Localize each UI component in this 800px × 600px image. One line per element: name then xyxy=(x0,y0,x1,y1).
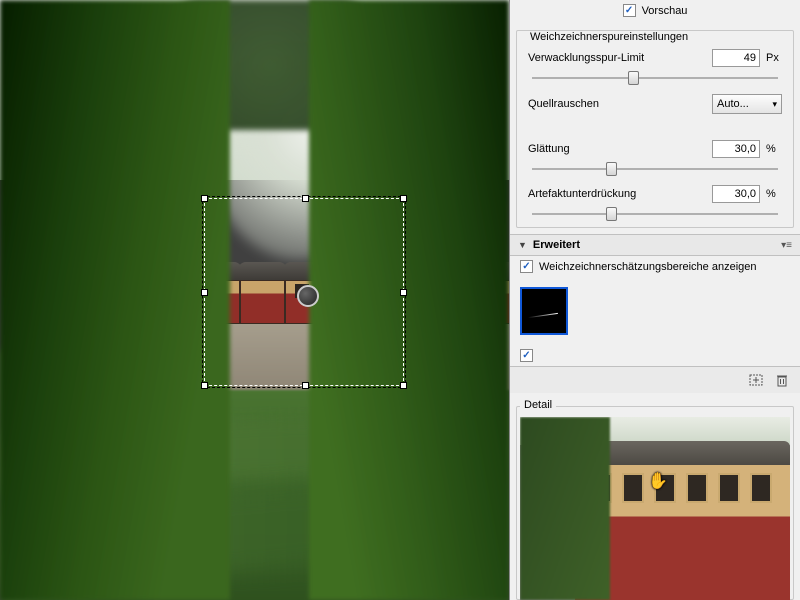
artifact-unit: % xyxy=(766,188,782,200)
resize-handle-e[interactable] xyxy=(400,289,407,296)
show-regions-checkbox[interactable] xyxy=(520,260,533,273)
trace-limit-input[interactable] xyxy=(712,49,760,67)
smoothing-slider[interactable] xyxy=(532,161,778,177)
detail-loupe[interactable]: ✋ xyxy=(520,417,790,600)
detail-title: Detail xyxy=(520,399,556,411)
preview-checkbox[interactable] xyxy=(623,4,636,17)
resize-handle-se[interactable] xyxy=(400,382,407,389)
resize-handle-ne[interactable] xyxy=(400,195,407,202)
settings-panel: Vorschau Weichzeichnerspureinstellungen … xyxy=(510,0,800,600)
source-noise-label: Quellrauschen xyxy=(528,98,706,110)
image-canvas[interactable] xyxy=(0,0,510,600)
smoothing-label: Glättung xyxy=(528,143,706,155)
disclosure-triangle-icon: ▼ xyxy=(518,240,527,250)
resize-handle-w[interactable] xyxy=(201,289,208,296)
trace-limit-unit: Px xyxy=(766,52,782,64)
show-regions-label: Weichzeichnerschätzungsbereiche anzeigen xyxy=(539,261,757,273)
region-enable-checkbox[interactable] xyxy=(520,349,533,362)
artifact-input[interactable] xyxy=(712,185,760,203)
artifact-slider[interactable] xyxy=(532,206,778,222)
section-menu-icon[interactable]: ▾≡ xyxy=(781,240,792,251)
blur-trace-title: Weichzeichnerspureinstellungen xyxy=(526,31,692,43)
detail-group: Detail ✋ xyxy=(516,399,794,600)
preview-label: Vorschau xyxy=(642,5,688,17)
resize-handle-sw[interactable] xyxy=(201,382,208,389)
advanced-title: Erweitert xyxy=(533,239,580,251)
region-toolbar xyxy=(510,366,800,393)
resize-handle-s[interactable] xyxy=(302,382,309,389)
trace-limit-label: Verwacklungsspur-Limit xyxy=(528,52,706,64)
region-center-pin[interactable] xyxy=(297,285,319,307)
blur-region-selection[interactable] xyxy=(204,198,404,386)
resize-handle-n[interactable] xyxy=(302,195,309,202)
advanced-header[interactable]: ▼ Erweitert ▾≡ xyxy=(510,234,800,256)
add-region-icon[interactable] xyxy=(748,372,764,388)
smoothing-unit: % xyxy=(766,143,782,155)
blur-trace-group: Weichzeichnerspureinstellungen Verwacklu… xyxy=(516,23,794,228)
delete-region-icon[interactable] xyxy=(774,372,790,388)
region-thumbnail[interactable] xyxy=(520,287,568,335)
trace-limit-slider[interactable] xyxy=(532,70,778,86)
smoothing-input[interactable] xyxy=(712,140,760,158)
source-noise-dropdown[interactable]: Auto... xyxy=(712,94,782,114)
artifact-label: Artefaktunterdrückung xyxy=(528,188,706,200)
resize-handle-nw[interactable] xyxy=(201,195,208,202)
